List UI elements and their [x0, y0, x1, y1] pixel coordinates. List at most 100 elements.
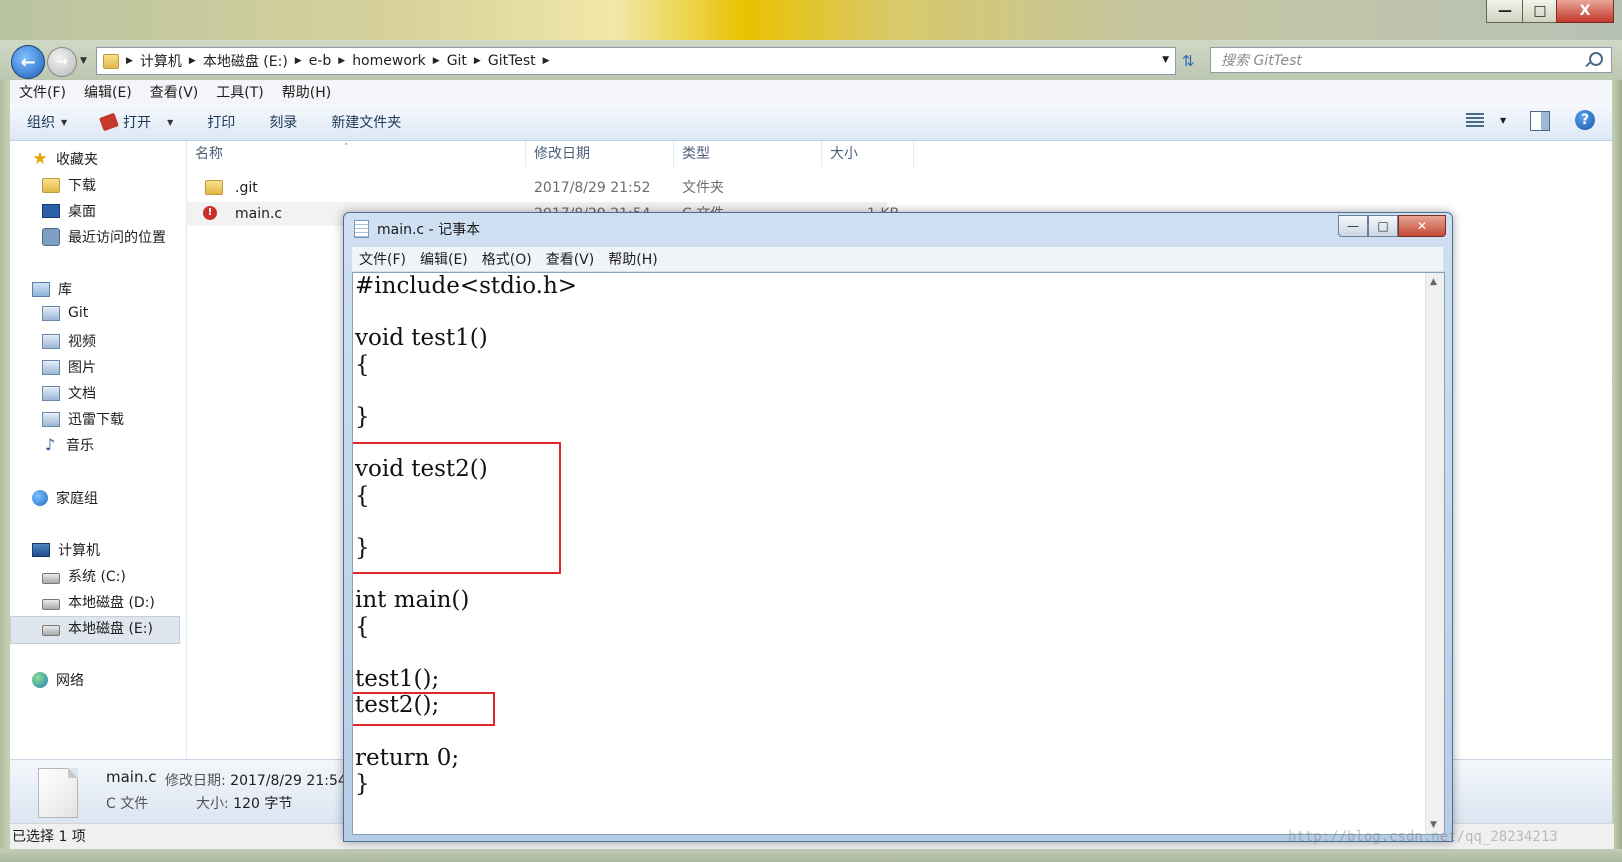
- breadcrumb-gittest[interactable]: GitTest: [482, 53, 542, 69]
- nav-computer[interactable]: 计算机: [32, 540, 100, 560]
- chevron-right-icon[interactable]: ▶: [294, 56, 303, 66]
- chevron-right-icon[interactable]: ▶: [337, 56, 346, 66]
- details-name-value: main.c: [106, 768, 157, 786]
- column-header-type[interactable]: 类型: [674, 141, 822, 167]
- column-header-name[interactable]: 名称 ˄: [187, 141, 526, 167]
- caret-down-icon[interactable]: ▼: [1500, 116, 1506, 125]
- menu-tools[interactable]: 工具(T): [207, 82, 272, 102]
- search-input[interactable]: 搜索 GitTest: [1210, 47, 1612, 73]
- print-button[interactable]: 打印: [190, 112, 252, 132]
- nav-computer-label: 计算机: [58, 543, 100, 559]
- chevron-right-icon[interactable]: ▶: [542, 56, 551, 66]
- nav-network[interactable]: 网络: [32, 670, 84, 690]
- search-icon[interactable]: [1589, 52, 1603, 66]
- details-file-name: main.c: [106, 768, 157, 786]
- nav-drive-d[interactable]: 本地磁盘 (D:): [42, 592, 155, 612]
- nav-lib-music[interactable]: ♪ 音乐: [42, 435, 94, 455]
- address-dropdown-icon[interactable]: ▼: [1162, 55, 1169, 65]
- menu-file[interactable]: 文件(F): [10, 82, 75, 102]
- pictures-library-icon: [42, 359, 60, 375]
- notepad-maximize-button[interactable]: □: [1368, 215, 1398, 237]
- homegroup-icon: [32, 490, 48, 506]
- details-size-value: 120 字节: [233, 796, 293, 812]
- notepad-menu-help[interactable]: 帮助(H): [601, 249, 664, 269]
- organize-label: 组织: [27, 115, 55, 131]
- back-button[interactable]: ←: [11, 45, 45, 79]
- help-icon[interactable]: ?: [1575, 110, 1595, 130]
- nav-downloads[interactable]: 下载: [42, 175, 96, 195]
- address-bar[interactable]: ▶ 计算机 ▶ 本地磁盘 (E:) ▶ e-b ▶ homework ▶ Git…: [96, 47, 1176, 75]
- file-modified: 2017/8/29 21:52: [534, 180, 651, 196]
- library-icon: [32, 281, 50, 297]
- minimize-button[interactable]: —: [1486, 0, 1524, 23]
- details-modified-value: 2017/8/29 21:54: [230, 773, 347, 789]
- notepad-minimize-button[interactable]: —: [1338, 215, 1368, 237]
- column-header-modified[interactable]: 修改日期: [526, 141, 674, 167]
- forward-button[interactable]: →: [47, 47, 77, 77]
- breadcrumb-computer[interactable]: 计算机: [134, 51, 188, 71]
- nav-lib-git[interactable]: Git: [42, 305, 88, 321]
- notepad-window[interactable]: main.c - 记事本 — □ ✕ 文件(F) 编辑(E) 格式(O) 查看(…: [343, 212, 1453, 842]
- menu-view[interactable]: 查看(V): [141, 82, 208, 102]
- nav-desktop-label: 桌面: [68, 204, 96, 220]
- thunder-downloads-icon: [42, 411, 60, 427]
- organize-button[interactable]: 组织 ▼: [10, 112, 84, 132]
- nav-lib-video[interactable]: 视频: [42, 331, 96, 351]
- breadcrumb-git[interactable]: Git: [441, 53, 473, 69]
- chevron-right-icon[interactable]: ▶: [125, 56, 134, 66]
- notepad-menu-edit[interactable]: 编辑(E): [413, 249, 475, 269]
- notepad-menu-file[interactable]: 文件(F): [352, 249, 413, 269]
- notepad-menu-format[interactable]: 格式(O): [475, 249, 539, 269]
- nav-favorites[interactable]: ★ 收藏夹: [32, 149, 98, 169]
- breadcrumb-drive-e[interactable]: 本地磁盘 (E:): [197, 51, 294, 71]
- nav-libraries[interactable]: 库: [32, 279, 72, 299]
- chevron-right-icon[interactable]: ▶: [473, 56, 482, 66]
- window-border-left: [0, 80, 10, 850]
- new-folder-button[interactable]: 新建文件夹: [314, 112, 418, 132]
- notepad-close-button[interactable]: ✕: [1398, 215, 1446, 237]
- breadcrumb-homework[interactable]: homework: [346, 53, 432, 69]
- refresh-icon[interactable]: ⇅: [1182, 52, 1195, 70]
- drive-icon: [42, 598, 60, 610]
- nav-recent[interactable]: 最近访问的位置: [42, 227, 166, 247]
- open-button[interactable]: 打开 ▼: [84, 112, 190, 132]
- menu-edit[interactable]: 编辑(E): [75, 82, 141, 102]
- details-size: 大小: 120 字节: [196, 793, 292, 813]
- window-titlebar: — □ X: [0, 0, 1622, 40]
- caret-down-icon: ▼: [167, 117, 174, 127]
- menu-bar: 文件(F) 编辑(E) 查看(V) 工具(T) 帮助(H): [10, 80, 1612, 105]
- nav-lib-pictures[interactable]: 图片: [42, 357, 96, 377]
- nav-homegroup[interactable]: 家庭组: [32, 488, 98, 508]
- view-options-icon[interactable]: [1466, 113, 1484, 129]
- burn-button[interactable]: 刻录: [252, 112, 314, 132]
- column-header-size[interactable]: 大小: [822, 141, 914, 167]
- nav-lib-docs[interactable]: 文档: [42, 383, 96, 403]
- nav-lib-pictures-label: 图片: [68, 360, 96, 376]
- file-row[interactable]: .git 2017/8/29 21:52 文件夹: [187, 176, 887, 200]
- chevron-right-icon[interactable]: ▶: [188, 56, 197, 66]
- details-modified: 修改日期: 2017/8/29 21:54: [165, 770, 347, 790]
- preview-pane-icon[interactable]: [1530, 111, 1550, 131]
- caret-down-icon: ▼: [61, 117, 68, 127]
- nav-lib-thunder[interactable]: 迅雷下载: [42, 409, 124, 429]
- scroll-up-icon[interactable]: ▲: [1430, 277, 1437, 287]
- recent-places-icon: [42, 228, 60, 246]
- nav-desktop[interactable]: 桌面: [42, 201, 96, 221]
- maximize-button[interactable]: □: [1522, 0, 1558, 23]
- close-button[interactable]: X: [1556, 0, 1614, 23]
- chevron-right-icon[interactable]: ▶: [432, 56, 441, 66]
- breadcrumb-e-b[interactable]: e-b: [303, 53, 338, 69]
- search-placeholder: 搜索 GitTest: [1221, 53, 1302, 69]
- downloads-folder-icon: [42, 177, 60, 193]
- notepad-title-text: main.c - 记事本: [377, 222, 481, 238]
- nav-drive-d-label: 本地磁盘 (D:): [68, 595, 155, 611]
- notepad-menu-view[interactable]: 查看(V): [539, 249, 602, 269]
- notepad-vertical-scrollbar[interactable]: ▲ ▼: [1425, 273, 1444, 834]
- notepad-text-area[interactable]: #include<stdio.h> void test1() { } void …: [352, 272, 1445, 835]
- recent-pages-dropdown[interactable]: ▼: [80, 56, 87, 66]
- nav-drive-c[interactable]: 系统 (C:): [42, 566, 126, 586]
- nav-drive-e[interactable]: 本地磁盘 (E:): [42, 618, 153, 638]
- desktop-icon: [42, 204, 60, 218]
- nav-recent-label: 最近访问的位置: [68, 230, 166, 246]
- menu-help[interactable]: 帮助(H): [273, 82, 340, 102]
